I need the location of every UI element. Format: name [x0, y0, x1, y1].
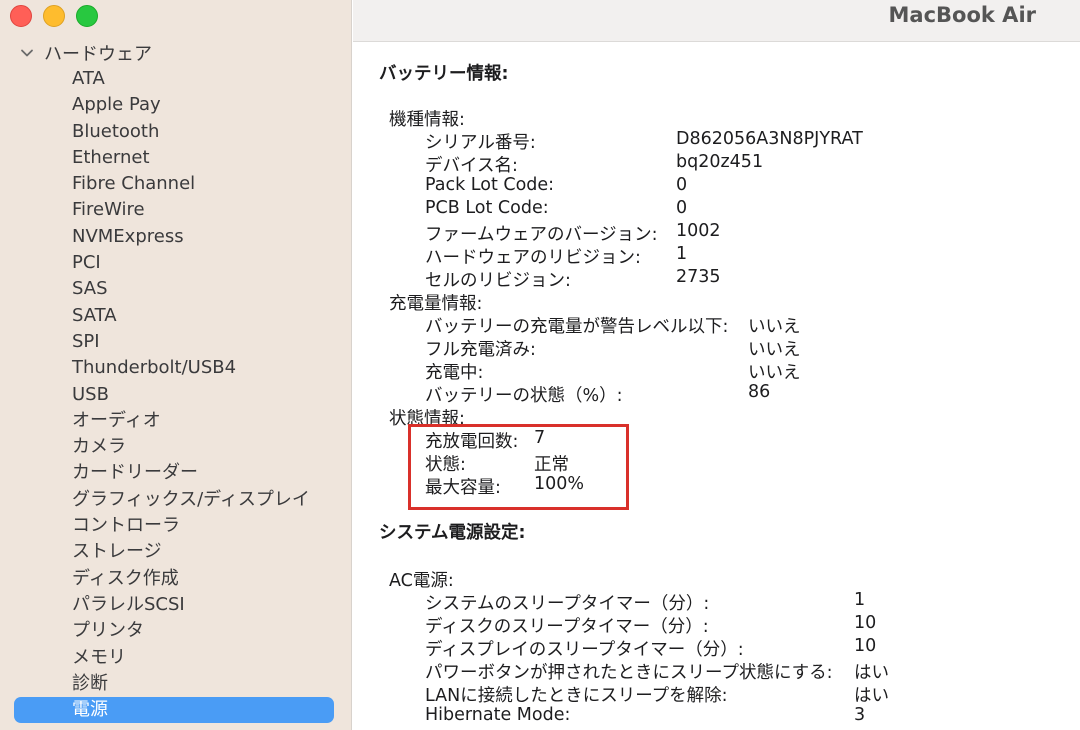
sidebar-item-card-reader[interactable]: カードリーダー: [0, 460, 351, 486]
subheader-charge-info: 充電量情報:: [389, 294, 483, 314]
sidebar-item-disc-burning[interactable]: ディスク作成: [0, 566, 351, 592]
field-label: パワーボタンが押されたときにスリープ状態にする:: [425, 663, 833, 683]
sidebar-item-printers[interactable]: プリンタ: [0, 618, 351, 644]
sidebar-item-ata[interactable]: ATA: [0, 66, 351, 92]
sidebar-item-graphics-display[interactable]: グラフィックス/ディスプレイ: [0, 487, 351, 513]
field-label: セルのリビジョン:: [425, 271, 571, 291]
sidebar-item-ethernet[interactable]: Ethernet: [0, 145, 351, 171]
sidebar-item-spi[interactable]: SPI: [0, 329, 351, 355]
title-bar: MacBook Air: [353, 0, 1080, 42]
field-label: ハードウェアのリビジョン:: [425, 248, 641, 268]
sidebar-item-controller[interactable]: コントローラ: [0, 513, 351, 539]
field-value: 0: [676, 198, 688, 218]
sidebar-item-apple-pay[interactable]: Apple Pay: [0, 92, 351, 118]
sidebar-item-sas[interactable]: SAS: [0, 276, 351, 302]
field-value: 86: [748, 382, 771, 402]
field-label: PCB Lot Code:: [425, 198, 549, 218]
field-label: ディスプレイのスリープタイマー（分）:: [425, 640, 744, 660]
sidebar-group-hardware[interactable]: ハードウェア: [18, 40, 152, 66]
field-value: 1002: [676, 221, 721, 241]
sidebar-item-fibre-channel[interactable]: Fibre Channel: [0, 171, 351, 197]
field-value: いいえ: [748, 340, 801, 360]
field-label: バッテリーの状態（%）:: [425, 386, 623, 406]
sidebar-list: ATA Apple Pay Bluetooth Ethernet Fibre C…: [0, 66, 351, 724]
field-value: 2735: [676, 267, 721, 287]
field-label: システムのスリープタイマー（分）:: [425, 594, 710, 614]
sidebar: ハードウェア ATA Apple Pay Bluetooth Ethernet …: [0, 0, 352, 730]
detail-content: バッテリー情報: 機種情報: シリアル番号: D862056A3N8PJYRAT…: [353, 42, 1080, 730]
field-value: はい: [854, 686, 889, 706]
highlight-annotation-box: [408, 424, 629, 510]
field-value: いいえ: [748, 363, 801, 383]
field-label: フル充電済み:: [425, 340, 536, 360]
sidebar-item-bluetooth[interactable]: Bluetooth: [0, 119, 351, 145]
sidebar-group-label: ハードウェア: [44, 44, 152, 65]
window-controls: [10, 5, 98, 27]
main-panel: MacBook Air バッテリー情報: 機種情報: シリアル番号: D8620…: [353, 0, 1080, 730]
sidebar-item-usb[interactable]: USB: [0, 382, 351, 408]
field-label: デバイス名:: [425, 156, 518, 176]
field-value: はい: [854, 663, 889, 683]
field-value: 0: [676, 175, 688, 195]
field-label: Pack Lot Code:: [425, 175, 555, 195]
sidebar-item-diagnostics[interactable]: 診断: [0, 671, 351, 697]
sidebar-item-storage[interactable]: ストレージ: [0, 539, 351, 565]
field-value: 1: [676, 244, 688, 264]
field-label: シリアル番号:: [425, 133, 536, 153]
close-window-button[interactable]: [10, 5, 32, 27]
section-title-power-settings: システム電源設定:: [379, 523, 526, 543]
subheader-model-info: 機種情報:: [389, 110, 465, 130]
window-title: MacBook Air: [888, 3, 1036, 27]
field-value: 10: [854, 613, 877, 633]
sidebar-item-camera[interactable]: カメラ: [0, 434, 351, 460]
field-value: D862056A3N8PJYRAT: [676, 129, 863, 149]
sidebar-item-parallel-scsi[interactable]: パラレルSCSI: [0, 592, 351, 618]
sidebar-item-firewire[interactable]: FireWire: [0, 197, 351, 223]
minimize-window-button[interactable]: [43, 5, 65, 27]
subheader-ac-power: AC電源:: [389, 571, 454, 591]
sidebar-item-sata[interactable]: SATA: [0, 303, 351, 329]
field-label: Hibernate Mode:: [425, 705, 571, 725]
field-value: bq20z451: [676, 152, 764, 172]
field-label: 充電中:: [425, 363, 484, 383]
field-value: 3: [854, 705, 866, 725]
chevron-down-icon[interactable]: [18, 44, 36, 62]
field-label: ファームウェアのバージョン:: [425, 225, 658, 245]
field-value: 10: [854, 636, 877, 656]
sidebar-item-power[interactable]: 電源: [14, 697, 334, 724]
sidebar-item-thunderbolt-usb4[interactable]: Thunderbolt/USB4: [0, 355, 351, 381]
field-label: LANに接続したときにスリープを解除:: [425, 686, 728, 706]
sidebar-item-pci[interactable]: PCI: [0, 250, 351, 276]
sidebar-item-nvmexpress[interactable]: NVMExpress: [0, 224, 351, 250]
field-value: いいえ: [748, 317, 801, 337]
section-title-battery: バッテリー情報:: [379, 64, 509, 84]
sidebar-item-audio[interactable]: オーディオ: [0, 408, 351, 434]
field-label: ディスクのスリープタイマー（分）:: [425, 617, 709, 637]
field-value: 1: [854, 590, 866, 610]
field-label: バッテリーの充電量が警告レベル以下:: [425, 317, 729, 337]
zoom-window-button[interactable]: [76, 5, 98, 27]
sidebar-item-memory[interactable]: メモリ: [0, 645, 351, 671]
